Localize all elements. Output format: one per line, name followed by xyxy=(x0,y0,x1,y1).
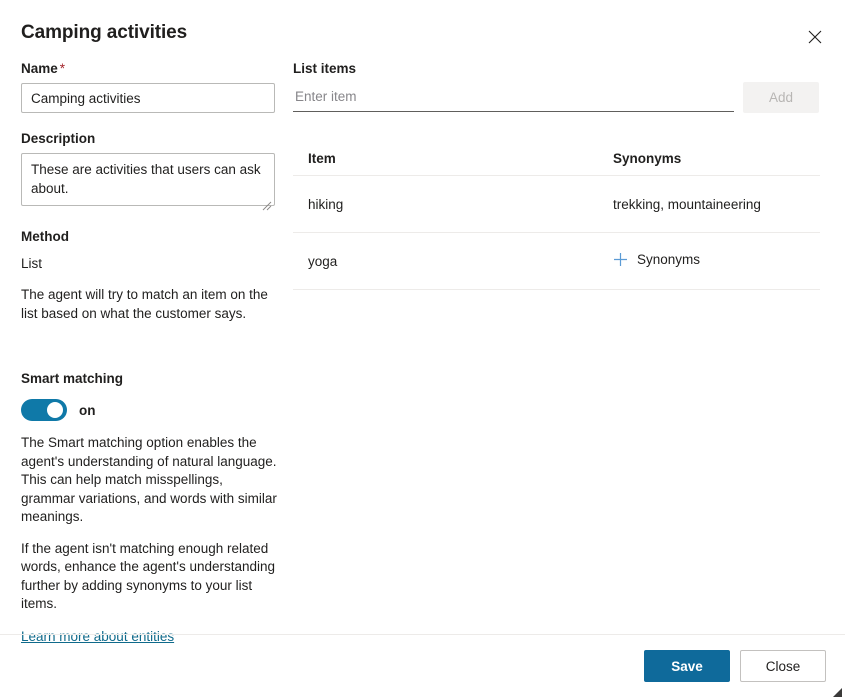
method-label: Method xyxy=(21,229,69,244)
cell-item: yoga xyxy=(308,253,338,269)
list-items-label: List items xyxy=(293,61,357,76)
cell-synonyms: trekking, mountaineering xyxy=(613,196,761,212)
column-header-synonyms: Synonyms xyxy=(613,150,820,168)
learn-more-link[interactable]: Learn more about entities xyxy=(21,629,174,644)
column-header-item-label: Item xyxy=(308,151,336,166)
smart-matching-toggle[interactable] xyxy=(21,399,67,421)
list-item-input[interactable] xyxy=(293,82,734,112)
table-header-row: Item Synonyms xyxy=(293,143,820,176)
window-resize-grip-icon xyxy=(829,684,843,698)
smart-matching-help-1: The Smart matching option enables the ag… xyxy=(21,435,277,524)
cell-item: hiking xyxy=(308,196,344,212)
footer-divider xyxy=(0,634,845,635)
close-button[interactable] xyxy=(799,22,831,54)
smart-matching-section: Smart matching on The Smart matching opt… xyxy=(21,370,277,646)
list-items-table: Item Synonyms hiking trekking, mountaine… xyxy=(293,143,820,290)
right-column: List items Add Item Synonyms hiking trek… xyxy=(293,60,820,290)
toggle-knob xyxy=(47,402,63,418)
name-label: Name * xyxy=(21,60,277,78)
entity-editor-dialog: Camping activities Name* Description Met… xyxy=(0,0,845,700)
page-title: Camping activities xyxy=(21,22,188,43)
cell-synonyms: Synonyms xyxy=(613,252,820,270)
method-help-text: The agent will try to match an item on t… xyxy=(21,287,268,321)
name-label-text: Name xyxy=(21,61,58,76)
close-icon xyxy=(808,30,822,47)
name-input[interactable] xyxy=(21,83,275,113)
smart-matching-label: Smart matching xyxy=(21,371,124,386)
close-dialog-button[interactable]: Close xyxy=(740,650,826,682)
method-value: List xyxy=(21,256,43,271)
smart-matching-state: on xyxy=(79,402,96,418)
left-column: Name* Description Method List The agent … xyxy=(21,60,277,323)
add-item-button[interactable]: Add xyxy=(743,82,819,113)
table-row[interactable]: yoga Synonyms xyxy=(293,233,820,290)
add-synonyms-label: Synonyms xyxy=(637,252,701,267)
smart-matching-help-2: If the agent isn't matching enough relat… xyxy=(21,540,276,612)
description-wrapper xyxy=(21,153,275,211)
required-asterisk: * xyxy=(59,61,66,76)
column-header-item: Item xyxy=(293,150,613,168)
save-button[interactable]: Save xyxy=(644,650,730,682)
table-row[interactable]: hiking trekking, mountaineering xyxy=(293,176,820,233)
description-textarea[interactable] xyxy=(21,153,275,206)
description-label: Description xyxy=(21,131,96,146)
item-entry-row: Add xyxy=(293,82,820,113)
column-header-synonyms-label: Synonyms xyxy=(613,151,682,166)
plus-icon xyxy=(613,252,628,267)
footer-actions: Save Close xyxy=(644,650,826,682)
add-synonyms-button[interactable]: Synonyms xyxy=(613,252,700,267)
smart-matching-row: on xyxy=(21,399,277,421)
